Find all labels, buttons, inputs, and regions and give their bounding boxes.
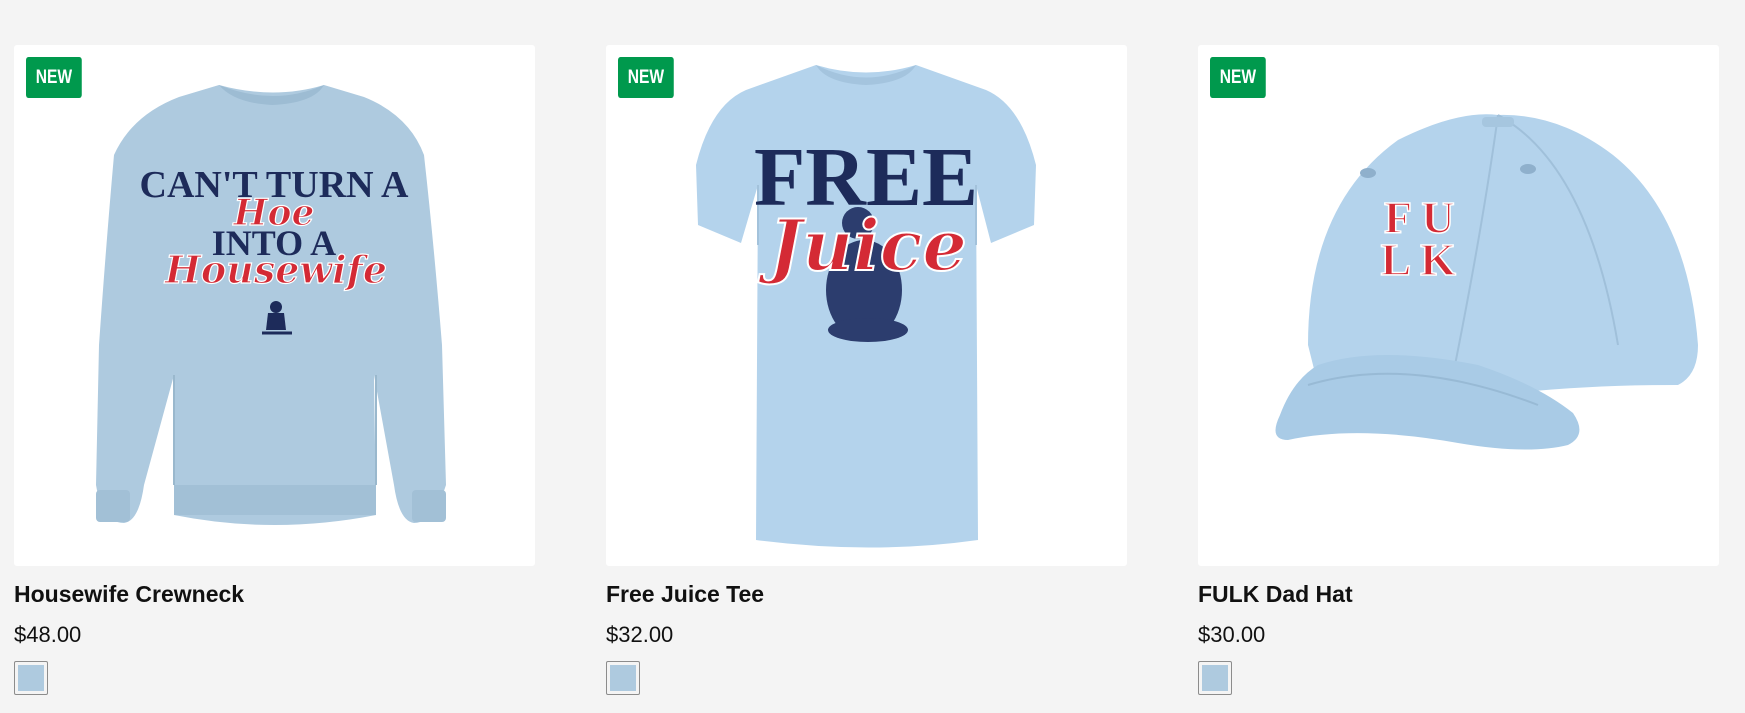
product-price: $30.00 (1198, 622, 1266, 647)
hat-image: F U L K (1275, 114, 1698, 450)
product-title[interactable]: FULK Dad Hat (1198, 580, 1719, 608)
product-card[interactable]: NEW CAN'T TURN A Hoe INTO A Housewife Ho… (14, 45, 535, 695)
graphic-letter-l: L (1381, 234, 1412, 285)
product-price: $32.00 (606, 622, 674, 647)
product-title[interactable]: Free Juice Tee (606, 580, 1127, 608)
new-badge: NEW (1210, 57, 1266, 98)
color-swatch[interactable] (1198, 661, 1232, 695)
graphic-line-2: Juice (758, 204, 967, 287)
product-image[interactable]: NEW FREE Juice (606, 45, 1127, 566)
product-title[interactable]: Housewife Crewneck (14, 580, 535, 608)
product-card[interactable]: NEW F U L K FULK Dad Hat $30.00 (1198, 45, 1719, 695)
swatch-fill (1202, 665, 1228, 691)
product-card[interactable]: NEW FREE Juice Free Juice Tee $32.00 (606, 45, 1127, 695)
product-grid: NEW CAN'T TURN A Hoe INTO A Housewife Ho… (14, 45, 1719, 695)
color-swatch[interactable] (606, 661, 640, 695)
new-badge: NEW (618, 57, 674, 98)
new-badge: NEW (26, 57, 82, 98)
color-swatch[interactable] (14, 661, 48, 695)
graphic-letter-k: K (1420, 234, 1456, 285)
graphic-line-4: Housewife (164, 247, 387, 292)
crewneck-image: CAN'T TURN A Hoe INTO A Housewife (96, 85, 446, 525)
tee-image: FREE Juice (696, 65, 1036, 548)
product-image[interactable]: NEW F U L K (1198, 45, 1719, 566)
product-image[interactable]: NEW CAN'T TURN A Hoe INTO A Housewife (14, 45, 535, 566)
swatch-fill (610, 665, 636, 691)
swatch-fill (18, 665, 44, 691)
product-price: $48.00 (14, 622, 82, 647)
